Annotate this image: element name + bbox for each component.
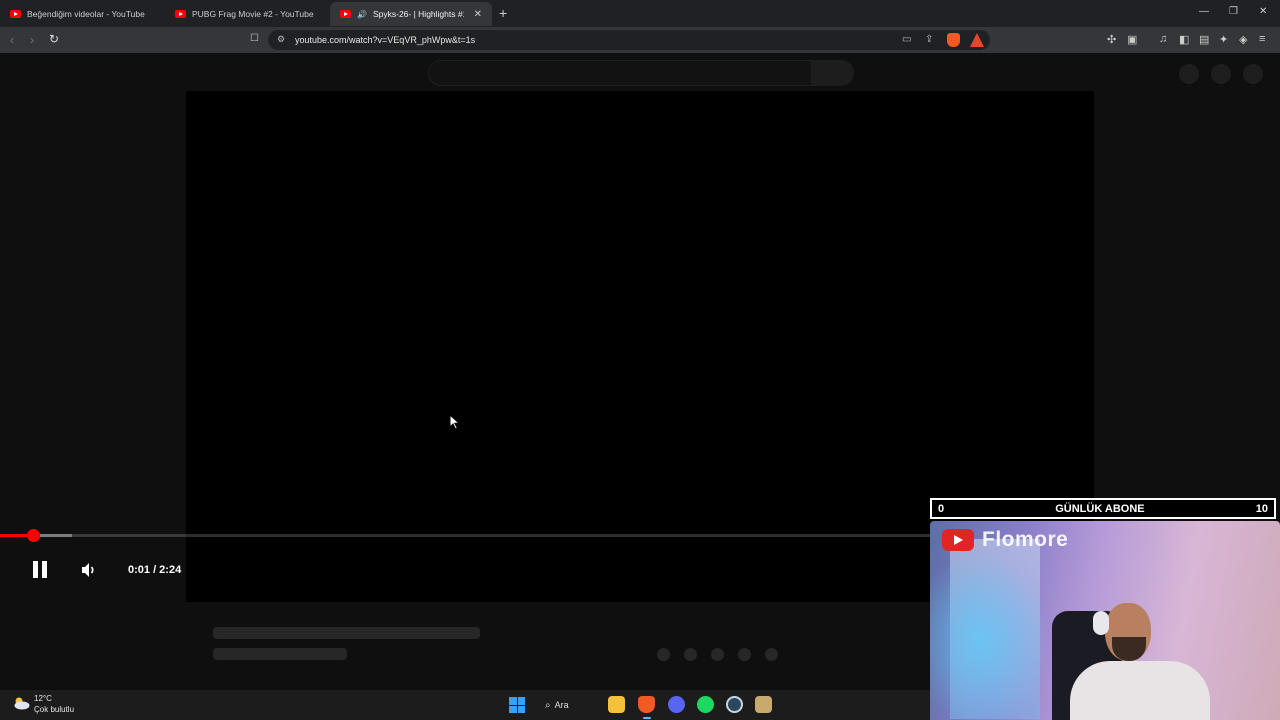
extensions-icon[interactable]: ✣	[1107, 33, 1116, 46]
youtube-favicon-icon	[340, 10, 351, 18]
new-tab-button[interactable]: +	[499, 5, 507, 21]
progress-bar[interactable]	[0, 534, 930, 537]
action-placeholder[interactable]	[738, 648, 751, 661]
header-icon-placeholder[interactable]	[1179, 64, 1199, 84]
tab-pubg-frag-movie[interactable]: PUBG Frag Movie #2 - YouTube	[165, 2, 330, 26]
mouse-cursor-icon	[449, 414, 461, 430]
tab-title: Spyks-26- | Highlights #1 - Yo	[372, 9, 464, 19]
pause-button[interactable]	[30, 560, 50, 580]
brave-shields-icon[interactable]	[947, 33, 960, 47]
share-icon[interactable]: ⇪	[925, 34, 933, 45]
active-app-indicator	[643, 717, 651, 719]
tab-title: Beğendiğim videolar - YouTube	[27, 9, 145, 19]
streamer-webcam: Flomore	[930, 521, 1280, 720]
media-controls-icon[interactable]: ♫	[1159, 33, 1167, 45]
bookmark-icon[interactable]: ☐	[250, 33, 259, 44]
youtube-favicon-icon	[10, 10, 21, 18]
headphones-icon	[1093, 611, 1109, 635]
address-bar[interactable]: ⚙ youtube.com/watch?v=VEqVR_phWpw&t=1s ▭…	[268, 30, 990, 50]
file-explorer-icon[interactable]	[608, 696, 625, 713]
cast-icon[interactable]: ▭	[902, 34, 911, 45]
weather-description[interactable]: Çok bulutlu	[34, 705, 74, 714]
brave-browser-icon[interactable]	[638, 696, 655, 713]
tab-liked-videos[interactable]: Beğendiğim videolar - YouTube	[0, 2, 165, 26]
channel-name: Flomore	[982, 528, 1069, 551]
streamer-beard	[1112, 637, 1146, 661]
minimize-button[interactable]: —	[1199, 6, 1209, 17]
steam-icon[interactable]	[726, 696, 743, 713]
site-info-icon[interactable]: ⚙	[277, 34, 285, 45]
cloudy-weather-icon[interactable]	[12, 696, 30, 710]
time-display: 0:01 / 2:24	[128, 564, 182, 576]
search-label: Ara	[554, 700, 569, 710]
close-window-button[interactable]: ✕	[1259, 6, 1267, 17]
taskbar-search-button[interactable]: ⌕ Ara	[545, 697, 569, 713]
back-icon[interactable]: ‹	[10, 33, 14, 47]
discord-icon[interactable]	[668, 696, 685, 713]
avatar-placeholder[interactable]	[1243, 64, 1263, 84]
search-button-placeholder[interactable]	[812, 60, 854, 86]
action-placeholder[interactable]	[684, 648, 697, 661]
subtitle-skeleton	[213, 648, 347, 660]
reload-icon[interactable]: ↻	[49, 32, 59, 46]
youtube-favicon-icon	[175, 10, 186, 18]
spotify-icon[interactable]	[697, 696, 714, 713]
menu-icon[interactable]: ≡	[1259, 33, 1265, 45]
windows-start-icon[interactable]	[509, 697, 525, 713]
league-client-icon[interactable]	[755, 696, 772, 713]
brave-rewards-icon[interactable]	[970, 33, 984, 47]
goal-start-value: 0	[938, 502, 945, 515]
goal-title: GÜNLÜK ABONE	[1055, 502, 1145, 515]
volume-icon[interactable]	[80, 561, 98, 579]
restore-button[interactable]: ❐	[1229, 6, 1238, 17]
action-placeholder[interactable]	[657, 648, 670, 661]
tab-title: PUBG Frag Movie #2 - YouTube	[192, 9, 314, 19]
windows-taskbar: 12°C Çok bulutlu ⌕ Ara	[0, 690, 930, 720]
tab-spyks-highlights[interactable]: 🔊 Spyks-26- | Highlights #1 - Yo ✕	[330, 2, 492, 26]
temperature[interactable]: 12°C	[34, 694, 52, 703]
goal-end-value: 10	[1255, 502, 1268, 515]
vpn-icon[interactable]: ◈	[1239, 33, 1247, 46]
header-icon-placeholder[interactable]	[1211, 64, 1231, 84]
title-skeleton	[213, 627, 480, 639]
screenshot-icon[interactable]: ▣	[1127, 33, 1137, 46]
wallet-icon[interactable]: ▤	[1199, 33, 1209, 46]
webcam-light-glow	[930, 551, 1050, 720]
action-placeholder[interactable]	[765, 648, 778, 661]
youtube-logo-icon	[942, 529, 974, 551]
action-placeholder[interactable]	[711, 648, 724, 661]
leo-ai-icon[interactable]: ✦	[1219, 33, 1228, 46]
forward-icon[interactable]: ›	[30, 33, 34, 47]
close-tab-icon[interactable]: ✕	[474, 9, 482, 20]
streamer-body	[1070, 661, 1210, 720]
search-input-placeholder[interactable]	[428, 60, 812, 86]
channel-brand: Flomore	[942, 528, 1068, 552]
browser-toolbar: ‹ › ↻ ☐ ⚙ youtube.com/watch?v=VEqVR_phWp…	[0, 27, 1280, 53]
daily-subscriber-goal-bar: 0 GÜNLÜK ABONE 10	[930, 498, 1276, 519]
search-icon: ⌕	[545, 699, 551, 711]
url-text[interactable]: youtube.com/watch?v=VEqVR_phWpw&t=1s	[295, 35, 475, 45]
scrubber-handle[interactable]	[26, 529, 40, 542]
sidebar-icon[interactable]: ◧	[1179, 33, 1189, 46]
tab-audio-playing-icon[interactable]: 🔊	[357, 10, 367, 19]
screen: Beğendiğim videolar - YouTube PUBG Frag …	[0, 0, 1280, 720]
tab-strip: Beğendiğim videolar - YouTube PUBG Frag …	[0, 0, 1280, 27]
